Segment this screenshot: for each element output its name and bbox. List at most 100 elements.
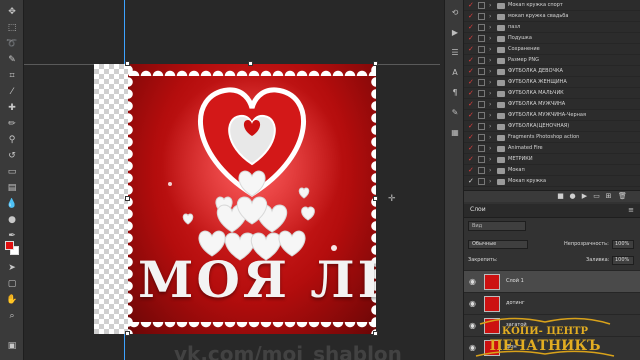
- transform-handle-right[interactable]: [373, 196, 378, 201]
- crop-icon[interactable]: ⌗: [4, 70, 20, 82]
- artwork-canvas[interactable]: МОЯ ЛІ: [128, 64, 376, 334]
- layer-row[interactable]: ◉ Слой 1: [464, 270, 640, 292]
- check-icon[interactable]: ✓: [468, 110, 474, 121]
- check-icon[interactable]: ✓: [468, 165, 474, 176]
- dialog-toggle[interactable]: [478, 178, 485, 185]
- brush-icon[interactable]: ✏: [4, 118, 20, 130]
- check-icon[interactable]: ✓: [468, 66, 474, 77]
- transform-handle-top[interactable]: [248, 61, 253, 66]
- hand-icon[interactable]: ✋: [4, 294, 20, 306]
- clone-stamp-icon[interactable]: ⚲: [4, 134, 20, 146]
- action-item[interactable]: ✓ › Подушка: [464, 33, 640, 44]
- chevron-right-icon[interactable]: ›: [489, 66, 491, 77]
- panel-menu-icon[interactable]: ≡: [628, 206, 634, 214]
- chevron-right-icon[interactable]: ›: [489, 121, 491, 132]
- chevron-right-icon[interactable]: ›: [489, 88, 491, 99]
- paragraph-icon[interactable]: ¶: [450, 88, 460, 98]
- action-item[interactable]: ✓ › ФУТБОЛКА ДЕВОЧКА: [464, 66, 640, 77]
- shape-icon[interactable]: ▢: [4, 278, 20, 290]
- chevron-right-icon[interactable]: ›: [489, 33, 491, 44]
- foreground-color-swatch[interactable]: [5, 241, 14, 250]
- record-icon[interactable]: ●: [568, 192, 577, 201]
- chevron-right-icon[interactable]: ›: [489, 143, 491, 154]
- dialog-toggle[interactable]: [478, 145, 485, 152]
- check-icon[interactable]: ✓: [468, 88, 474, 99]
- chevron-right-icon[interactable]: ›: [489, 132, 491, 143]
- action-item[interactable]: ✓ › ФУТБОЛКА МУЖЧИНА-Черная: [464, 110, 640, 121]
- new-set-icon[interactable]: ▭: [592, 192, 601, 201]
- action-item[interactable]: ✓ › Animated Fire: [464, 143, 640, 154]
- chevron-right-icon[interactable]: ›: [489, 44, 491, 55]
- check-icon[interactable]: ✓: [468, 22, 474, 33]
- action-item[interactable]: ✓ › ФУТБОЛКА МАЛЬЧИК: [464, 88, 640, 99]
- action-item[interactable]: ✓ › ФУТБОЛКА(ЦЕНОЧНАЯ): [464, 121, 640, 132]
- layer-filter-select[interactable]: Вид: [468, 221, 526, 231]
- chevron-right-icon[interactable]: ›: [489, 110, 491, 121]
- dialog-toggle[interactable]: [478, 24, 485, 31]
- chevron-right-icon[interactable]: ›: [489, 165, 491, 176]
- lasso-icon[interactable]: ➰: [4, 38, 20, 50]
- blend-mode-select[interactable]: Обычные: [468, 240, 528, 249]
- layer-row[interactable]: ◉ дотинг: [464, 292, 640, 314]
- dialog-toggle[interactable]: [478, 112, 485, 119]
- action-item[interactable]: ✓ › Размер PNG: [464, 55, 640, 66]
- check-icon[interactable]: ✓: [468, 77, 474, 88]
- dialog-toggle[interactable]: [478, 79, 485, 86]
- dialog-toggle[interactable]: [478, 13, 485, 20]
- properties-icon[interactable]: ☰: [450, 48, 460, 58]
- check-icon[interactable]: ✓: [468, 0, 474, 11]
- chevron-right-icon[interactable]: ›: [489, 55, 491, 66]
- check-icon[interactable]: ✓: [468, 154, 474, 165]
- path-select-icon[interactable]: ➤: [4, 262, 20, 274]
- chevron-right-icon[interactable]: ›: [489, 176, 491, 187]
- brush-settings-icon[interactable]: ✎: [450, 108, 460, 118]
- new-action-icon[interactable]: ⊞: [604, 192, 613, 201]
- dialog-toggle[interactable]: [478, 57, 485, 64]
- transform-handle-bottom-left[interactable]: [125, 331, 130, 336]
- history-icon[interactable]: ⟲: [450, 8, 460, 18]
- trash-icon[interactable]: 🗑: [618, 192, 627, 201]
- actions-icon[interactable]: ▶: [450, 28, 460, 38]
- dialog-toggle[interactable]: [478, 46, 485, 53]
- stop-icon[interactable]: ■: [556, 192, 565, 201]
- tab-layers[interactable]: Слои: [470, 206, 486, 213]
- opacity-field[interactable]: 100%: [612, 240, 634, 249]
- swatches-icon[interactable]: ▦: [450, 128, 460, 138]
- quick-select-icon[interactable]: ✎: [4, 54, 20, 66]
- dialog-toggle[interactable]: [478, 134, 485, 141]
- action-item[interactable]: ✓ › пазл: [464, 22, 640, 33]
- chevron-right-icon[interactable]: ›: [489, 99, 491, 110]
- eye-icon[interactable]: ◉: [469, 277, 476, 286]
- check-icon[interactable]: ✓: [468, 132, 474, 143]
- chevron-right-icon[interactable]: ›: [489, 77, 491, 88]
- check-icon[interactable]: ✓: [468, 121, 474, 132]
- check-icon[interactable]: ✓: [468, 176, 474, 187]
- action-item[interactable]: ✓ › Мокап кружка: [464, 176, 640, 187]
- canvas-area[interactable]: МОЯ ЛІ ✛ vk.com/moi_shablon: [24, 0, 440, 360]
- action-item[interactable]: ✓ › Сохранение: [464, 44, 640, 55]
- action-item[interactable]: ✓ › Мокап: [464, 165, 640, 176]
- dialog-toggle[interactable]: [478, 123, 485, 130]
- action-item[interactable]: ✓ › ФУТБОЛКА МУЖЧИНА: [464, 99, 640, 110]
- transform-handle-top-left[interactable]: [125, 61, 130, 66]
- dialog-toggle[interactable]: [478, 35, 485, 42]
- check-icon[interactable]: ✓: [468, 143, 474, 154]
- character-icon[interactable]: A: [450, 68, 460, 78]
- blur-icon[interactable]: 💧: [4, 198, 20, 210]
- action-item[interactable]: ✓ › ФУТБОЛКА ЖЕНЩИНА: [464, 77, 640, 88]
- eraser-icon[interactable]: ▭: [4, 166, 20, 178]
- chevron-right-icon[interactable]: ›: [489, 11, 491, 22]
- chevron-right-icon[interactable]: ›: [489, 22, 491, 33]
- check-icon[interactable]: ✓: [468, 44, 474, 55]
- dodge-icon[interactable]: ●: [4, 214, 20, 226]
- check-icon[interactable]: ✓: [468, 11, 474, 22]
- fill-field[interactable]: 100%: [612, 256, 634, 265]
- marquee-icon[interactable]: ⬚: [4, 22, 20, 34]
- eye-icon[interactable]: ◉: [469, 299, 476, 308]
- check-icon[interactable]: ✓: [468, 33, 474, 44]
- zoom-icon[interactable]: ⌕: [4, 310, 20, 322]
- action-item[interactable]: ✓ › Мокап кружка спорт: [464, 0, 640, 11]
- dialog-toggle[interactable]: [478, 90, 485, 97]
- dialog-toggle[interactable]: [478, 167, 485, 174]
- dialog-toggle[interactable]: [478, 2, 485, 9]
